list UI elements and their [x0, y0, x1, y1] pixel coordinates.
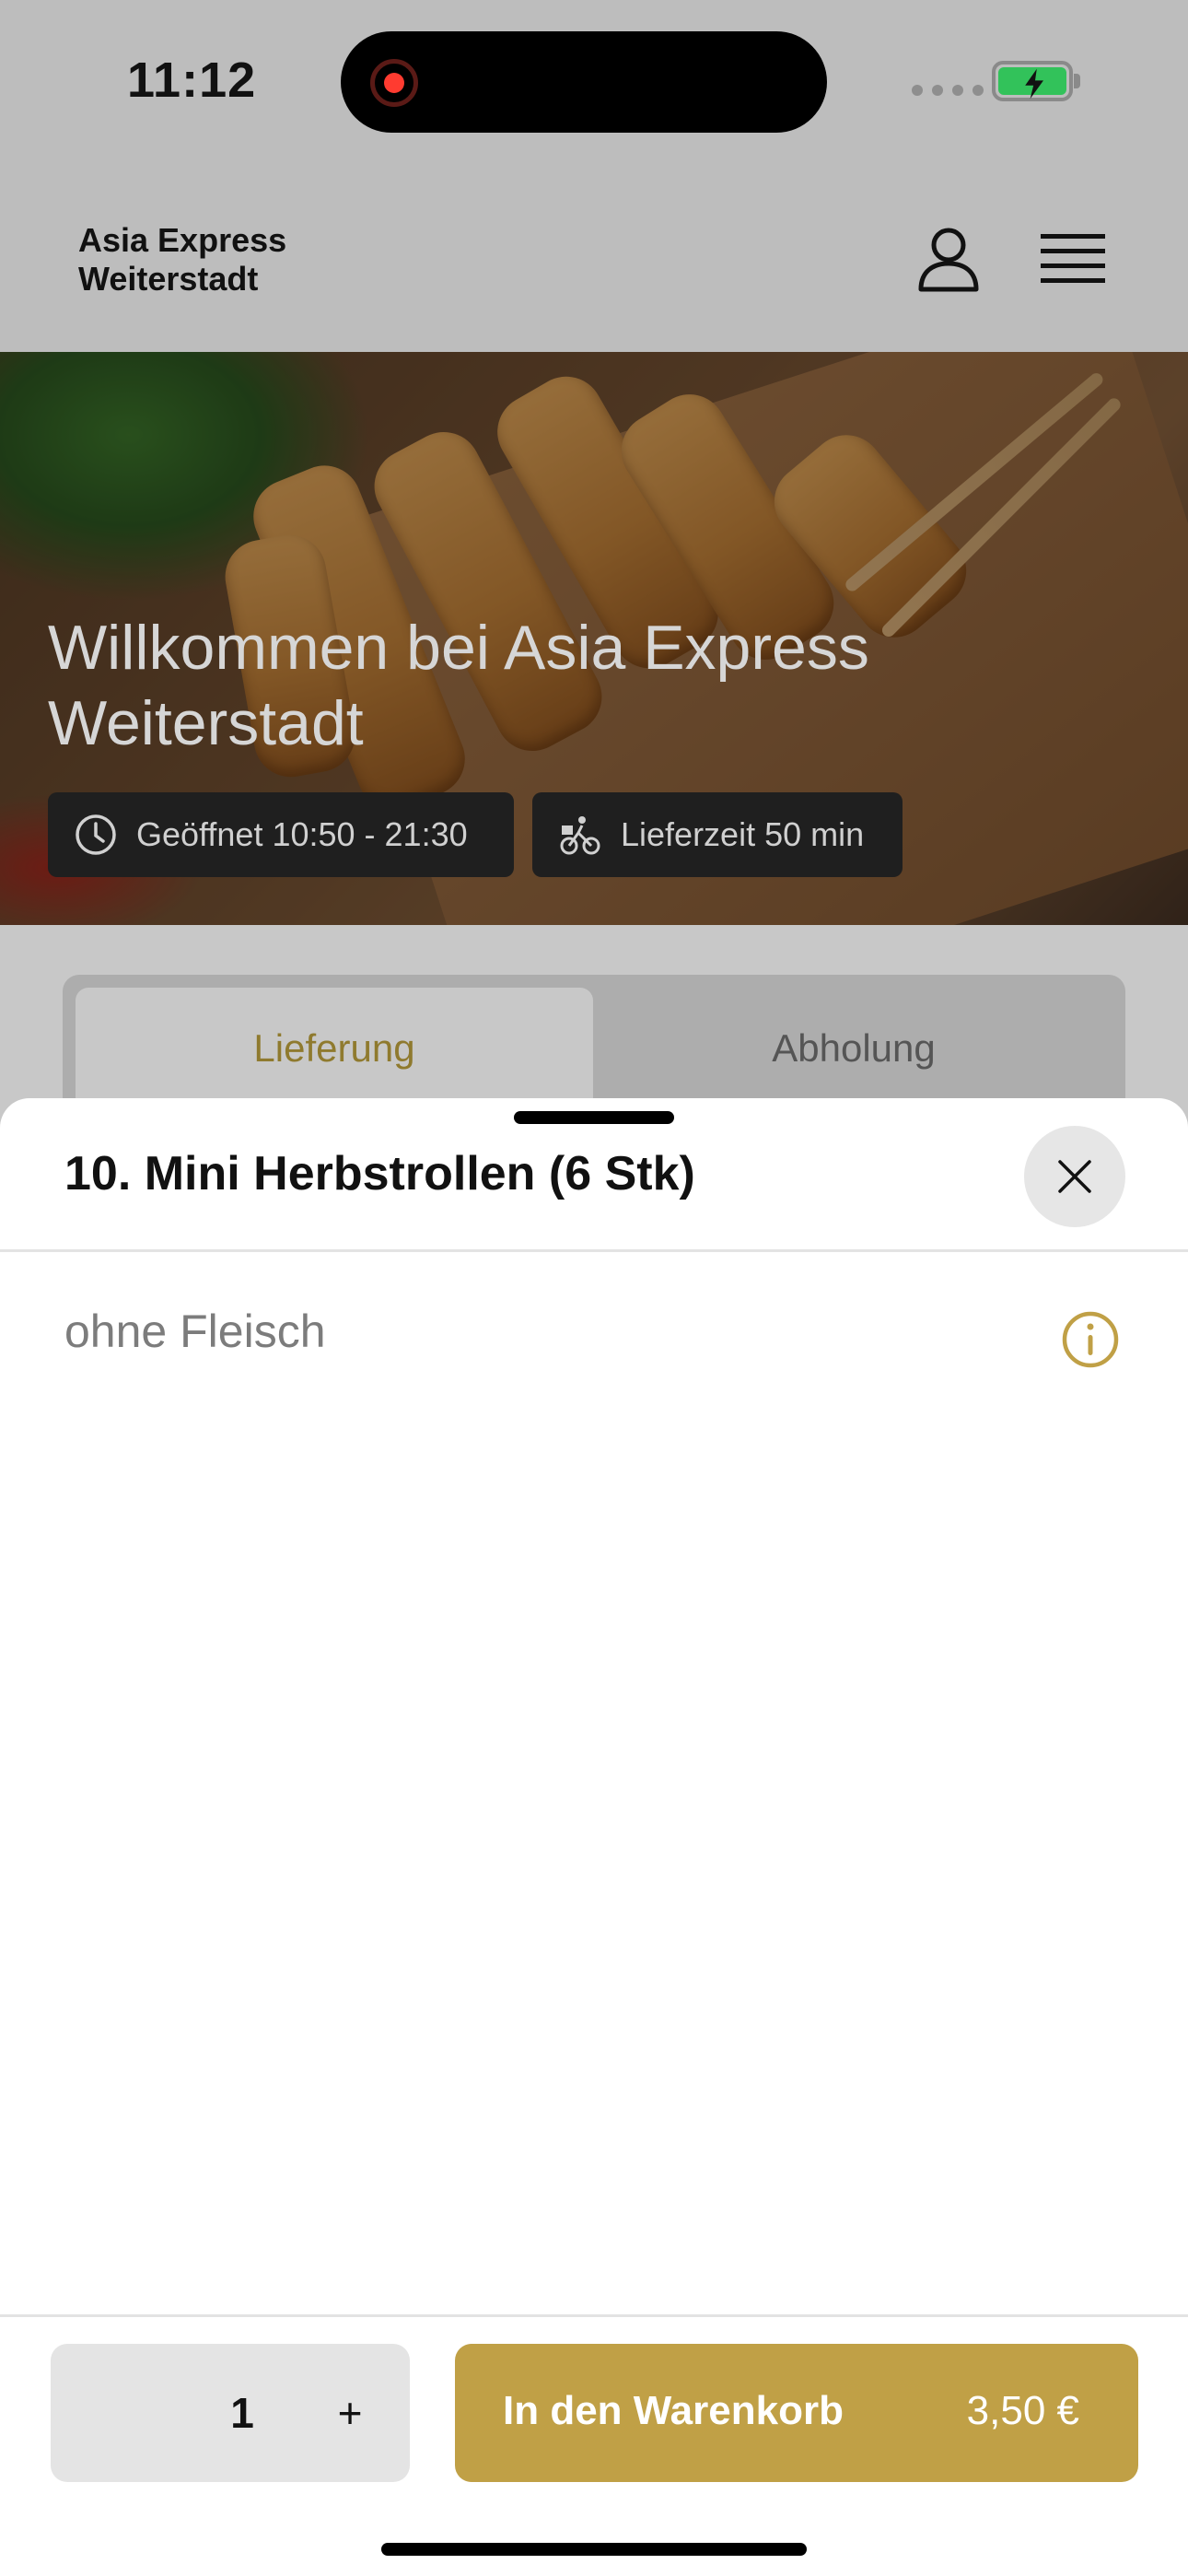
opening-hours-badge: Geöffnet 10:50 - 21:30 — [48, 792, 514, 877]
home-indicator[interactable] — [381, 2543, 807, 2556]
clock-icon — [76, 814, 116, 855]
sheet-grabber[interactable] — [514, 1111, 674, 1124]
hero-banner: Willkommen bei Asia Express Weiterstadt … — [0, 352, 1188, 925]
app-header: Asia Express Weiterstadt — [0, 175, 1188, 352]
battery-icon — [992, 61, 1073, 101]
status-bar: 11:12 — [0, 0, 1188, 175]
delivery-time-badge: Lieferzeit 50 min — [532, 792, 903, 877]
option-label: ohne Fleisch — [64, 1306, 326, 1357]
footer-divider — [0, 2314, 1188, 2317]
bicycle-courier-icon — [560, 816, 600, 855]
quantity-value: 1 — [230, 2389, 254, 2437]
recording-indicator-icon — [370, 59, 418, 107]
restaurant-name-line2: Weiterstadt — [78, 260, 259, 298]
menu-icon[interactable] — [1041, 230, 1105, 289]
restaurant-name[interactable]: Asia Express Weiterstadt — [78, 221, 447, 299]
quantity-increment-button[interactable]: + — [309, 2371, 391, 2454]
hero-title: Willkommen bei Asia Express Weiterstadt — [48, 613, 869, 758]
add-to-cart-button[interactable]: In den Warenkorb 3,50 € — [455, 2344, 1138, 2482]
add-to-cart-label: In den Warenkorb — [503, 2388, 844, 2433]
opening-hours-text: Geöffnet 10:50 - 21:30 — [136, 815, 468, 853]
user-icon[interactable] — [912, 223, 985, 297]
sheet-divider — [0, 1249, 1188, 1252]
signal-icon — [912, 85, 984, 96]
restaurant-name-line1: Asia Express — [78, 221, 287, 259]
info-icon[interactable] — [1061, 1310, 1120, 1369]
status-time: 11:12 — [127, 53, 257, 108]
battery-cap — [1074, 74, 1080, 88]
product-title: 10. Mini Herbstrollen (6 Stk) — [64, 1147, 695, 1200]
close-icon — [1058, 1160, 1091, 1193]
close-button[interactable] — [1024, 1126, 1125, 1227]
price-label: 3,50 € — [966, 2388, 1079, 2433]
quantity-stepper: 1 + — [51, 2344, 410, 2482]
delivery-time-text: Lieferzeit 50 min — [621, 815, 865, 853]
dynamic-island — [341, 31, 827, 133]
